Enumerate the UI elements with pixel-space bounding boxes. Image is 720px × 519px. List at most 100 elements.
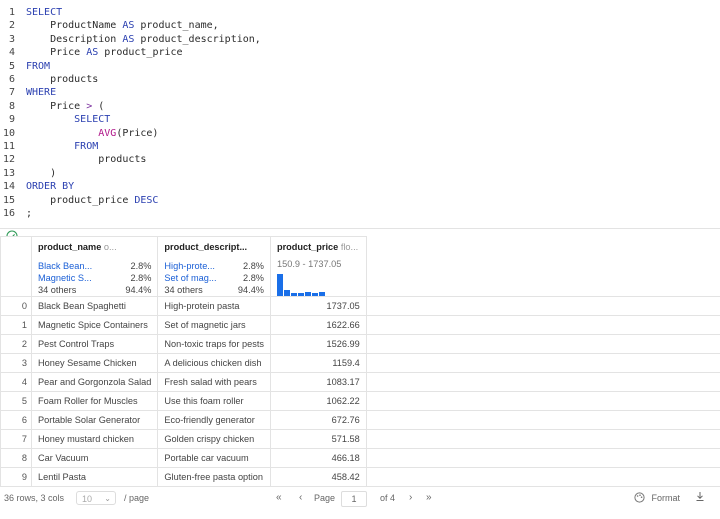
value-range: 150.9 - 1737.05 — [276, 259, 342, 269]
cell-product-description: High-protein pasta — [157, 296, 271, 316]
results-table-wrapper: product_name o... Black Bean... 2.8% Magn… — [0, 236, 720, 487]
column-header-product-price[interactable]: product_price flo... 150.9 - 1737.05 — [269, 236, 367, 297]
prev-page-icon[interactable]: ‹ — [299, 492, 302, 503]
table-row[interactable]: 4 Pear and Gorgonzola Salad Fresh salad wi… — [0, 372, 720, 392]
code-line[interactable]: 4 Price AS product_price — [0, 46, 720, 60]
page-label: Page — [314, 493, 336, 503]
code-token: AS — [86, 47, 99, 59]
line-number: 1 — [8, 7, 15, 18]
cell-product-description: Portable car vacuum — [157, 448, 271, 468]
line-number: 11 — [2, 141, 15, 152]
code-token: products — [26, 154, 147, 166]
row-index: 7 — [0, 429, 33, 449]
code-token: SELECT — [26, 114, 111, 126]
empty-cell — [365, 429, 720, 449]
row-index: 6 — [0, 410, 33, 430]
page-number-input[interactable]: 1 — [341, 491, 367, 507]
line-number: 16 — [2, 208, 15, 219]
table-row[interactable]: 6 Portable Solar Generator Eco-friendly ge… — [0, 410, 720, 430]
column-header-product-description[interactable]: product_descript... High-prote... 2.8% Se… — [157, 236, 271, 297]
download-icon[interactable] — [695, 491, 705, 504]
line-number: 6 — [8, 74, 15, 85]
page-size-select[interactable]: 10 ⌄ — [76, 491, 116, 505]
cell-product-name: Foam Roller for Muscles — [31, 391, 159, 411]
code-line[interactable]: 10 AVG(Price) — [0, 127, 720, 141]
category-others-row: 34 others 94.4% — [38, 284, 151, 296]
cell-product-price: 1526.99 — [269, 334, 367, 354]
empty-cell — [365, 410, 720, 430]
code-line[interactable]: 7 WHERE — [0, 86, 720, 100]
code-text: Description AS product_description, — [26, 33, 261, 47]
cell-product-description: Use this foam roller — [157, 391, 271, 411]
first-page-icon[interactable]: « — [276, 492, 282, 503]
chevron-down-icon: ⌄ — [104, 494, 111, 503]
code-text: FROM — [26, 140, 98, 154]
format-label: Format — [651, 493, 681, 503]
code-token: AVG — [98, 127, 117, 139]
others-label: 34 others — [38, 285, 77, 295]
category-pct: 2.8% — [130, 261, 152, 271]
cell-product-name: Lentil Pasta — [31, 467, 159, 487]
code-token: DESC — [134, 194, 159, 206]
code-line[interactable]: 5 FROM — [0, 60, 720, 74]
table-row[interactable]: 9 Lentil Pasta Gluten-free pasta option 458… — [0, 467, 720, 487]
code-line[interactable]: 12 products — [0, 153, 720, 167]
code-text: SELECT — [26, 6, 62, 20]
cell-product-name: Magnetic Spice Containers — [31, 315, 159, 335]
code-line[interactable]: 3 Description AS product_description, — [0, 33, 720, 47]
histogram-bar — [297, 293, 304, 296]
page-size-value: 10 — [82, 494, 93, 504]
code-line[interactable]: 2 ProductName AS product_name, — [0, 19, 720, 33]
code-token: products — [26, 74, 99, 85]
next-page-icon[interactable]: › — [409, 492, 412, 503]
line-number: 4 — [8, 47, 15, 59]
code-line[interactable]: 13 ) — [0, 167, 720, 181]
table-row[interactable]: 5 Foam Roller for Muscles Use this foam ro… — [0, 391, 720, 411]
format-button[interactable]: Format — [634, 492, 680, 503]
code-token: AS — [122, 20, 135, 32]
last-page-icon[interactable]: » — [426, 492, 432, 503]
code-line[interactable]: 9 SELECT — [0, 113, 720, 127]
line-number: 13 — [2, 167, 15, 179]
histogram-bar — [318, 292, 325, 296]
page-total-label: of 4 — [380, 493, 396, 503]
row-index: 5 — [0, 391, 33, 411]
code-line[interactable]: 14 ORDER BY — [0, 180, 720, 194]
column-type: flo... — [340, 242, 359, 252]
code-line[interactable]: 1 SELECT — [0, 6, 720, 20]
category-pct: 2.8% — [243, 273, 264, 283]
histogram-bar — [304, 292, 311, 296]
category-row: Black Bean... 2.8% — [38, 260, 151, 272]
line-number: 3 — [8, 33, 15, 45]
code-line[interactable]: 15 product_price DESC — [0, 194, 720, 208]
cell-product-name: Car Vacuum — [31, 448, 159, 468]
table-row[interactable]: 8 Car Vacuum Portable car vacuum 466.18 — [0, 448, 720, 468]
column-type: o... — [103, 242, 117, 252]
table-row[interactable]: 3 Honey Sesame Chicken A delicious chicken… — [0, 353, 720, 373]
empty-cell — [365, 448, 720, 468]
category-value: Magnetic S... — [38, 273, 92, 283]
column-header-product-name[interactable]: product_name o... Black Bean... 2.8% Magn… — [31, 236, 159, 297]
column-name: product_name — [38, 242, 102, 252]
cell-product-description: Eco-friendly generator — [157, 410, 271, 430]
table-row[interactable]: 1 Magnetic Spice Containers Set of magneti… — [0, 315, 720, 335]
table-row[interactable]: 7 Honey mustard chicken Golden crispy chic… — [0, 429, 720, 449]
cell-product-price: 458.42 — [269, 467, 367, 487]
category-others-row: 34 others 94.4% — [164, 284, 264, 296]
row-index: 9 — [0, 467, 33, 487]
code-line[interactable]: 8 Price > ( — [0, 100, 720, 114]
table-row[interactable]: 0 Black Bean Spaghetti High-protein pasta 1… — [0, 296, 720, 316]
cell-product-description: Golden crispy chicken — [157, 429, 271, 449]
code-line[interactable]: 16; — [0, 207, 720, 221]
row-col-summary: 36 rows, 3 cols — [4, 493, 65, 503]
table-row[interactable]: 2 Pest Control Traps Non-toxic traps for p… — [0, 334, 720, 354]
code-token: Price — [26, 100, 87, 112]
code-text: WHERE — [26, 86, 56, 100]
category-pct: 2.8% — [243, 261, 264, 271]
code-line[interactable]: 11 FROM — [0, 140, 720, 154]
code-text: ; — [26, 207, 32, 221]
sql-editor[interactable]: 1 SELECT 2 ProductName AS product_name, 3 D… — [0, 6, 720, 228]
category-value: Black Bean... — [38, 261, 93, 271]
code-line[interactable]: 6 products — [0, 73, 720, 87]
